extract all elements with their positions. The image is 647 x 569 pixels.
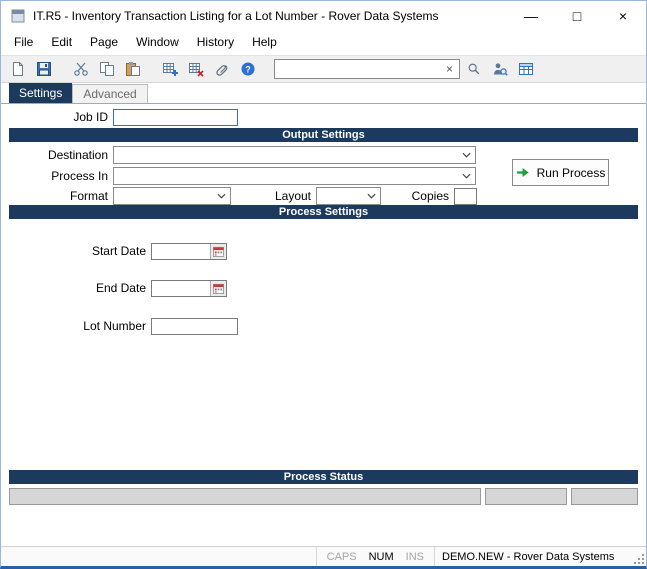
new-button[interactable]: [6, 57, 30, 81]
browse-button[interactable]: [514, 57, 538, 81]
start-date-label: Start Date: [91, 244, 146, 258]
tab-strip: Settings Advanced: [1, 83, 646, 104]
process-in-label: Process In: [51, 169, 108, 183]
paste-button[interactable]: [121, 57, 145, 81]
grid-delete-icon: [188, 61, 204, 77]
grid-insert-icon: [162, 61, 178, 77]
process-status-header: Process Status: [9, 470, 638, 484]
status-message-field: [9, 488, 481, 505]
format-select[interactable]: [113, 187, 231, 205]
app-window: IT.R5 - Inventory Transaction Listing fo…: [0, 0, 647, 569]
search-button[interactable]: [462, 57, 486, 81]
help-icon: ?: [240, 61, 256, 77]
format-row: Format Layout Copies: [1, 187, 477, 205]
status-count-field: [571, 488, 638, 505]
help-button[interactable]: ?: [236, 57, 260, 81]
layout-label: Layout: [274, 189, 311, 203]
new-document-icon: [10, 61, 26, 77]
job-id-row: Job ID: [1, 108, 238, 126]
form-content: Job ID Output Settings Destination Proce…: [1, 104, 646, 546]
caps-lock-indicator: CAPS: [326, 550, 357, 563]
run-arrow-icon: [516, 165, 531, 180]
maximize-button[interactable]: □: [554, 1, 600, 30]
calendar-icon: [213, 246, 224, 257]
insert-indicator: INS: [405, 550, 424, 563]
toolbar: ? ×: [1, 55, 646, 83]
lot-number-row: Lot Number: [1, 317, 238, 335]
app-icon[interactable]: [10, 8, 26, 24]
menu-bar: File Edit Page Window History Help: [1, 30, 646, 55]
user-search-icon: [492, 61, 508, 77]
window-title: IT.R5 - Inventory Transaction Listing fo…: [33, 8, 439, 23]
format-label: Format: [69, 189, 108, 203]
copies-input[interactable]: [454, 187, 477, 205]
paperclip-icon: [214, 61, 230, 77]
process-settings-header: Process Settings: [9, 205, 638, 219]
copies-label: Copies: [411, 189, 449, 203]
layout-select[interactable]: [316, 187, 381, 205]
destination-label: Destination: [47, 148, 108, 162]
tab-advanced[interactable]: Advanced: [72, 84, 148, 103]
resize-grip[interactable]: [632, 547, 646, 566]
table-grid-icon: [518, 61, 534, 77]
cut-button[interactable]: [69, 57, 93, 81]
title-bar: IT.R5 - Inventory Transaction Listing fo…: [1, 1, 646, 30]
copy-icon: [99, 61, 115, 77]
menu-window[interactable]: Window: [127, 30, 188, 55]
calendar-icon: [213, 283, 224, 294]
cut-icon: [73, 61, 89, 77]
close-button[interactable]: ×: [600, 1, 646, 30]
copy-button[interactable]: [95, 57, 119, 81]
output-settings-header: Output Settings: [9, 128, 638, 142]
destination-row: Destination: [1, 146, 476, 164]
keyboard-state-panel: CAPS NUM INS: [315, 547, 434, 566]
num-lock-indicator: NUM: [368, 550, 394, 563]
menu-help[interactable]: Help: [243, 30, 286, 55]
end-date-row: End Date: [1, 279, 227, 297]
clear-search-icon[interactable]: ×: [443, 63, 456, 75]
svg-text:?: ?: [245, 65, 251, 75]
chevron-down-icon: [462, 173, 471, 179]
job-id-input[interactable]: [113, 108, 238, 126]
search-icon: [467, 62, 481, 76]
start-date-field[interactable]: [151, 242, 227, 260]
lot-number-input[interactable]: [151, 317, 238, 335]
chevron-down-icon: [217, 193, 226, 199]
process-in-row: Process In: [1, 167, 476, 185]
save-button[interactable]: [32, 57, 56, 81]
attachments-button[interactable]: [210, 57, 234, 81]
save-icon: [36, 61, 52, 77]
end-date-calendar-button[interactable]: [210, 280, 226, 296]
process-in-select[interactable]: [113, 167, 476, 185]
menu-history[interactable]: History: [188, 30, 243, 55]
minimize-button[interactable]: —: [508, 1, 554, 30]
menu-file[interactable]: File: [5, 30, 42, 55]
run-process-label: Run Process: [536, 165, 606, 180]
menu-edit[interactable]: Edit: [42, 30, 81, 55]
delete-record-button[interactable]: [184, 57, 208, 81]
destination-select[interactable]: [113, 146, 476, 164]
run-process-button[interactable]: Run Process: [512, 159, 609, 186]
start-date-calendar-button[interactable]: [210, 243, 226, 259]
search-input[interactable]: [278, 61, 443, 77]
tab-settings[interactable]: Settings: [9, 83, 73, 103]
menu-page[interactable]: Page: [81, 30, 127, 55]
insert-record-button[interactable]: [158, 57, 182, 81]
end-date-field[interactable]: [151, 279, 227, 297]
chevron-down-icon: [462, 152, 471, 158]
toolbar-search: ×: [274, 59, 460, 79]
chevron-down-icon: [367, 193, 376, 199]
start-date-row: Start Date: [1, 242, 227, 260]
statusbar-spacer: [1, 547, 316, 566]
end-date-label: End Date: [95, 281, 146, 295]
session-panel: DEMO.NEW - Rover Data Systems: [434, 547, 632, 566]
paste-icon: [125, 61, 141, 77]
status-bar: CAPS NUM INS DEMO.NEW - Rover Data Syste…: [1, 546, 646, 566]
user-lookup-button[interactable]: [488, 57, 512, 81]
status-progress-field: [485, 488, 567, 505]
lot-number-label: Lot Number: [83, 319, 146, 333]
job-id-label: Job ID: [73, 110, 108, 124]
